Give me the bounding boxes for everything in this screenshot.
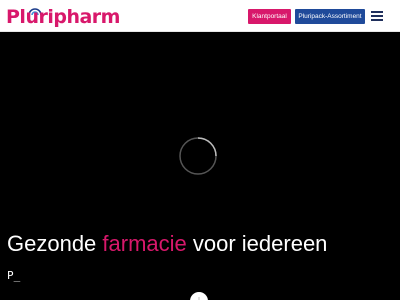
hamburger-line	[371, 15, 383, 17]
hero-section: Gezonde farmacie voor iedereen P_ ↓	[0, 33, 400, 300]
headline-part-2: voor iedereen	[186, 231, 328, 256]
arrow-down-icon: ↓	[197, 296, 201, 300]
hero-headline: Gezonde farmacie voor iedereen	[7, 230, 397, 258]
spinner-icon	[179, 137, 217, 175]
scroll-down-button[interactable]: ↓	[190, 292, 208, 300]
hamburger-line	[371, 11, 383, 13]
headline-part-1: Gezonde	[7, 231, 103, 256]
pluripharm-logo[interactable]: Pluripharm	[6, 4, 120, 28]
typed-text: P_	[7, 269, 21, 282]
hamburger-icon[interactable]	[371, 10, 383, 21]
hamburger-line	[371, 19, 383, 21]
site-header: Pluripharm Klantportaal Pluripack-Assort…	[0, 0, 400, 32]
logo-text: Pluripharm	[6, 6, 120, 28]
klantportaal-button[interactable]: Klantportaal	[248, 9, 291, 24]
pluripack-assortiment-button[interactable]: Pluripack-Assortiment	[295, 9, 365, 24]
headline-accent: farmacie	[102, 231, 187, 256]
